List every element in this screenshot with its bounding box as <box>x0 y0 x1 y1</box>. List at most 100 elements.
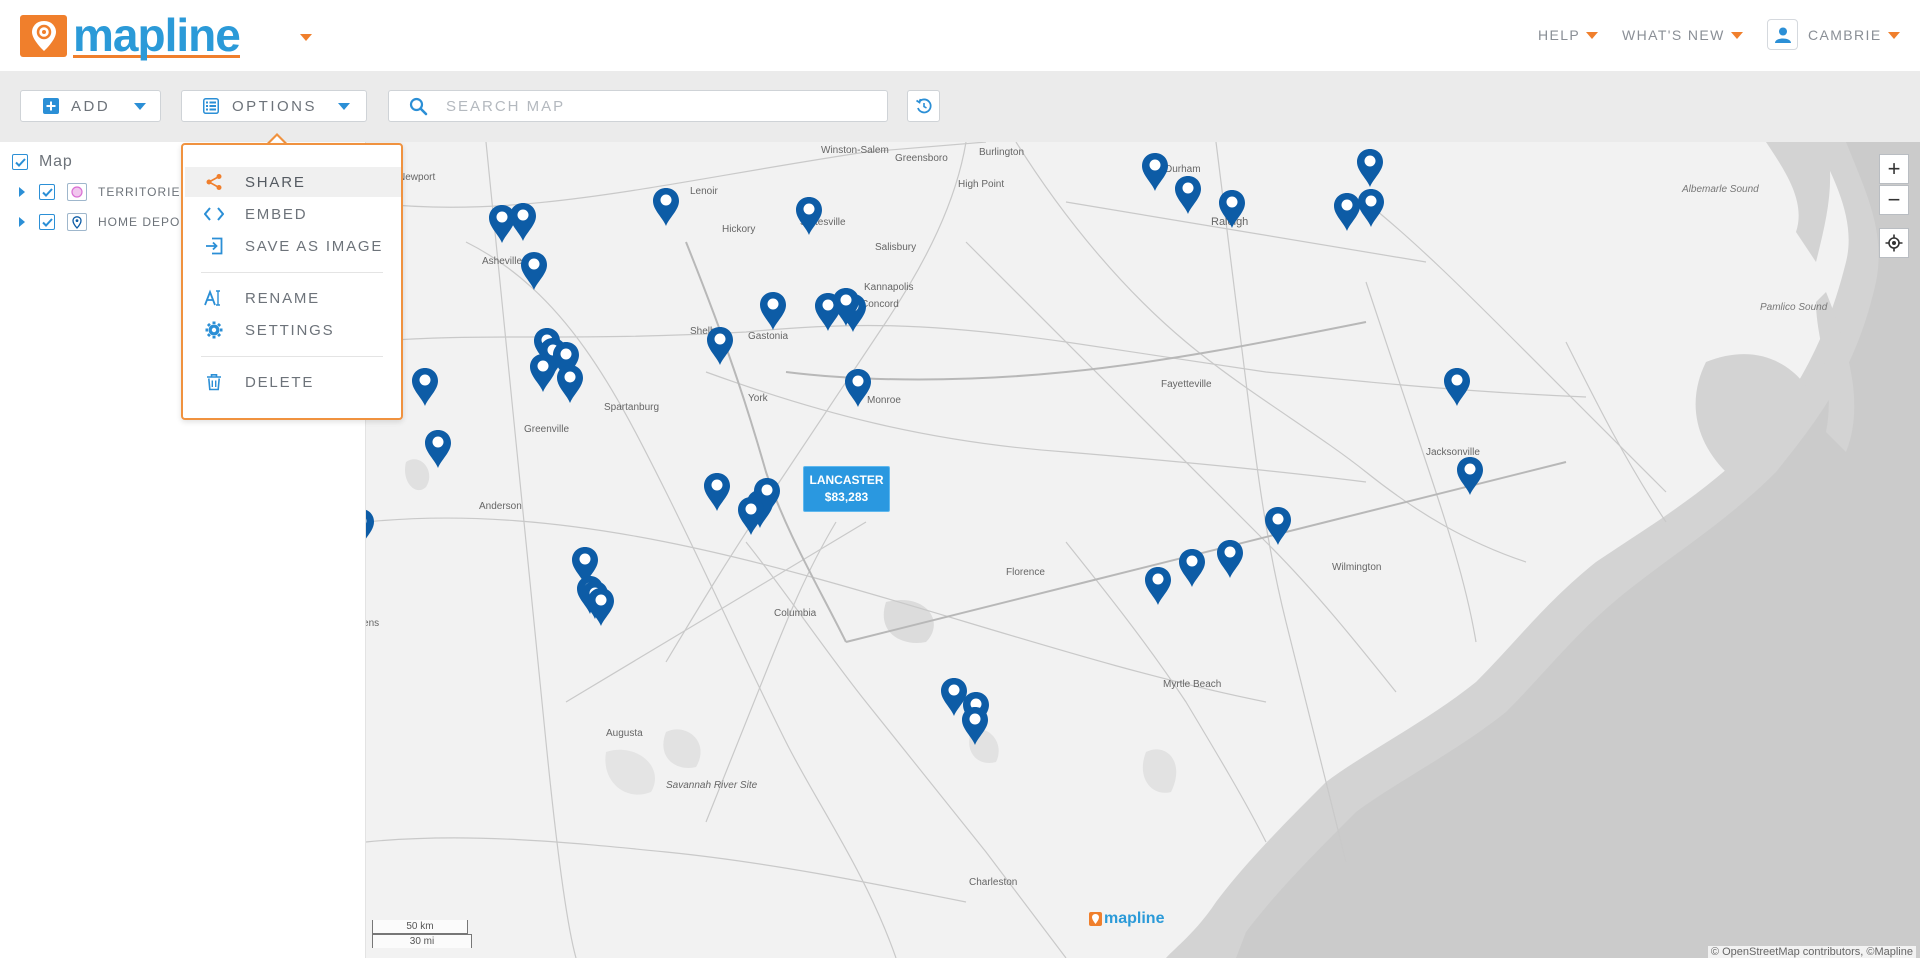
store-pin[interactable] <box>1217 540 1243 578</box>
menu-item-embed-label: EMBED <box>245 205 308 223</box>
store-pin[interactable] <box>707 327 733 365</box>
chevron-down-icon <box>134 102 147 110</box>
help-menu[interactable]: HELP <box>1538 27 1599 43</box>
store-pin[interactable] <box>1142 153 1168 191</box>
export-icon <box>203 237 225 255</box>
location-tooltip: LANCASTER $83,283 <box>803 466 890 512</box>
store-pin[interactable] <box>425 430 451 468</box>
tooltip-name: LANCASTER <box>809 473 884 487</box>
share-icon <box>203 173 225 191</box>
checkbox-territories[interactable] <box>39 184 55 200</box>
layer-territories[interactable]: TERRITORIE <box>19 183 180 201</box>
map-toolbar: ADD OPTIONS <box>0 71 1920 142</box>
location-pin-icon <box>67 213 87 231</box>
gear-icon <box>203 321 225 339</box>
menu-item-embed[interactable]: EMBED <box>185 199 401 229</box>
checkmark-icon <box>41 217 53 227</box>
menu-item-share-label: SHARE <box>245 173 306 191</box>
logo-pin-icon <box>1089 912 1102 926</box>
store-pin[interactable] <box>1334 193 1360 231</box>
store-pin[interactable] <box>557 365 583 403</box>
scale-mi: 30 mi <box>372 934 472 948</box>
menu-item-save-as-image[interactable]: SAVE AS IMAGE <box>185 231 401 261</box>
logo-text: mapline <box>73 9 241 61</box>
store-pin[interactable] <box>1179 549 1205 587</box>
store-pin[interactable] <box>510 203 536 241</box>
trash-icon <box>203 373 225 391</box>
store-pin[interactable] <box>366 509 374 547</box>
store-pin[interactable] <box>1457 457 1483 495</box>
zoom-in-button[interactable]: + <box>1879 154 1909 184</box>
app-menu-caret-icon[interactable] <box>300 34 312 41</box>
layer-root-label: Map <box>39 153 73 170</box>
menu-item-rename-label: RENAME <box>245 289 320 307</box>
store-pin[interactable] <box>941 678 967 716</box>
user-menu[interactable]: CAMBRIE <box>1808 27 1900 43</box>
store-pin[interactable] <box>1145 567 1171 605</box>
store-pin[interactable] <box>1265 507 1291 545</box>
zoom-out-button[interactable]: − <box>1879 185 1909 215</box>
search-box[interactable] <box>388 90 888 122</box>
refresh-button[interactable] <box>907 90 940 122</box>
store-pin[interactable] <box>760 292 786 330</box>
store-pin[interactable] <box>588 588 614 626</box>
store-pin[interactable] <box>845 369 871 407</box>
locate-button[interactable] <box>1879 228 1909 258</box>
checkbox-home-depot[interactable] <box>39 214 55 230</box>
store-pin[interactable] <box>738 497 764 535</box>
store-pin[interactable] <box>704 473 730 511</box>
store-pin[interactable] <box>1357 149 1383 187</box>
menu-item-settings[interactable]: SETTINGS <box>185 315 401 345</box>
menu-divider <box>201 272 383 273</box>
chevron-down-icon <box>1730 31 1743 39</box>
store-pin[interactable] <box>1219 190 1245 228</box>
logo-pin-icon <box>20 15 67 57</box>
plus-square-icon <box>43 98 59 114</box>
map-attribution[interactable]: © OpenStreetMap contributors, ©Mapline <box>1707 946 1916 958</box>
store-pin[interactable] <box>653 188 679 226</box>
checkbox-map[interactable] <box>12 154 28 170</box>
options-label: OPTIONS <box>232 97 318 115</box>
mapline-logo[interactable]: mapline <box>20 9 241 61</box>
map-canvas[interactable]: Winston-Salem Greensboro Burlington Durh… <box>366 142 1920 958</box>
help-label: HELP <box>1538 27 1581 43</box>
checkmark-icon <box>14 157 26 167</box>
watermark-text: mapline <box>1104 910 1165 927</box>
menu-item-delete-label: DELETE <box>245 373 315 391</box>
menu-divider <box>201 356 383 357</box>
add-button[interactable]: ADD <box>20 90 161 122</box>
menu-item-rename[interactable]: RENAME <box>185 283 401 313</box>
store-pin[interactable] <box>1175 176 1201 214</box>
expand-triangle-icon[interactable] <box>19 217 25 227</box>
whats-new-menu[interactable]: WHAT'S NEW <box>1622 27 1743 43</box>
store-pin[interactable] <box>521 252 547 290</box>
options-dropdown: SHARE EMBED SAVE AS IMAGE RENAME SETTING… <box>181 143 403 420</box>
layer-home-depot-label: HOME DEPO <box>98 215 181 229</box>
store-pin[interactable] <box>530 354 556 392</box>
chevron-down-icon <box>1586 31 1599 39</box>
menu-item-share[interactable]: SHARE <box>185 167 401 197</box>
refresh-icon <box>915 98 932 114</box>
map-scale: 50 km 30 mi <box>372 920 472 948</box>
store-pin[interactable] <box>962 707 988 745</box>
search-input[interactable] <box>446 97 866 115</box>
layer-home-depot[interactable]: HOME DEPO <box>19 213 180 231</box>
territory-icon <box>67 183 87 201</box>
scale-km: 50 km <box>372 920 468 934</box>
store-pin[interactable] <box>796 197 822 235</box>
layer-territories-label: TERRITORIE <box>98 185 181 199</box>
top-header: mapline HELP WHAT'S NEW CAMBRIE <box>0 0 1920 71</box>
menu-item-delete[interactable]: DELETE <box>185 367 401 397</box>
list-icon <box>203 98 219 114</box>
store-pin[interactable] <box>1444 368 1470 406</box>
user-name: CAMBRIE <box>1808 27 1882 43</box>
layer-root[interactable]: Map <box>12 153 73 171</box>
tooltip-value: $83,283 <box>824 490 869 504</box>
options-button[interactable]: OPTIONS <box>181 90 367 122</box>
store-pin[interactable] <box>412 368 438 406</box>
user-avatar[interactable] <box>1767 19 1798 50</box>
expand-triangle-icon[interactable] <box>19 187 25 197</box>
store-pin[interactable] <box>1358 189 1384 227</box>
crosshair-icon <box>1885 234 1903 252</box>
mapline-watermark: mapline <box>1089 910 1164 928</box>
